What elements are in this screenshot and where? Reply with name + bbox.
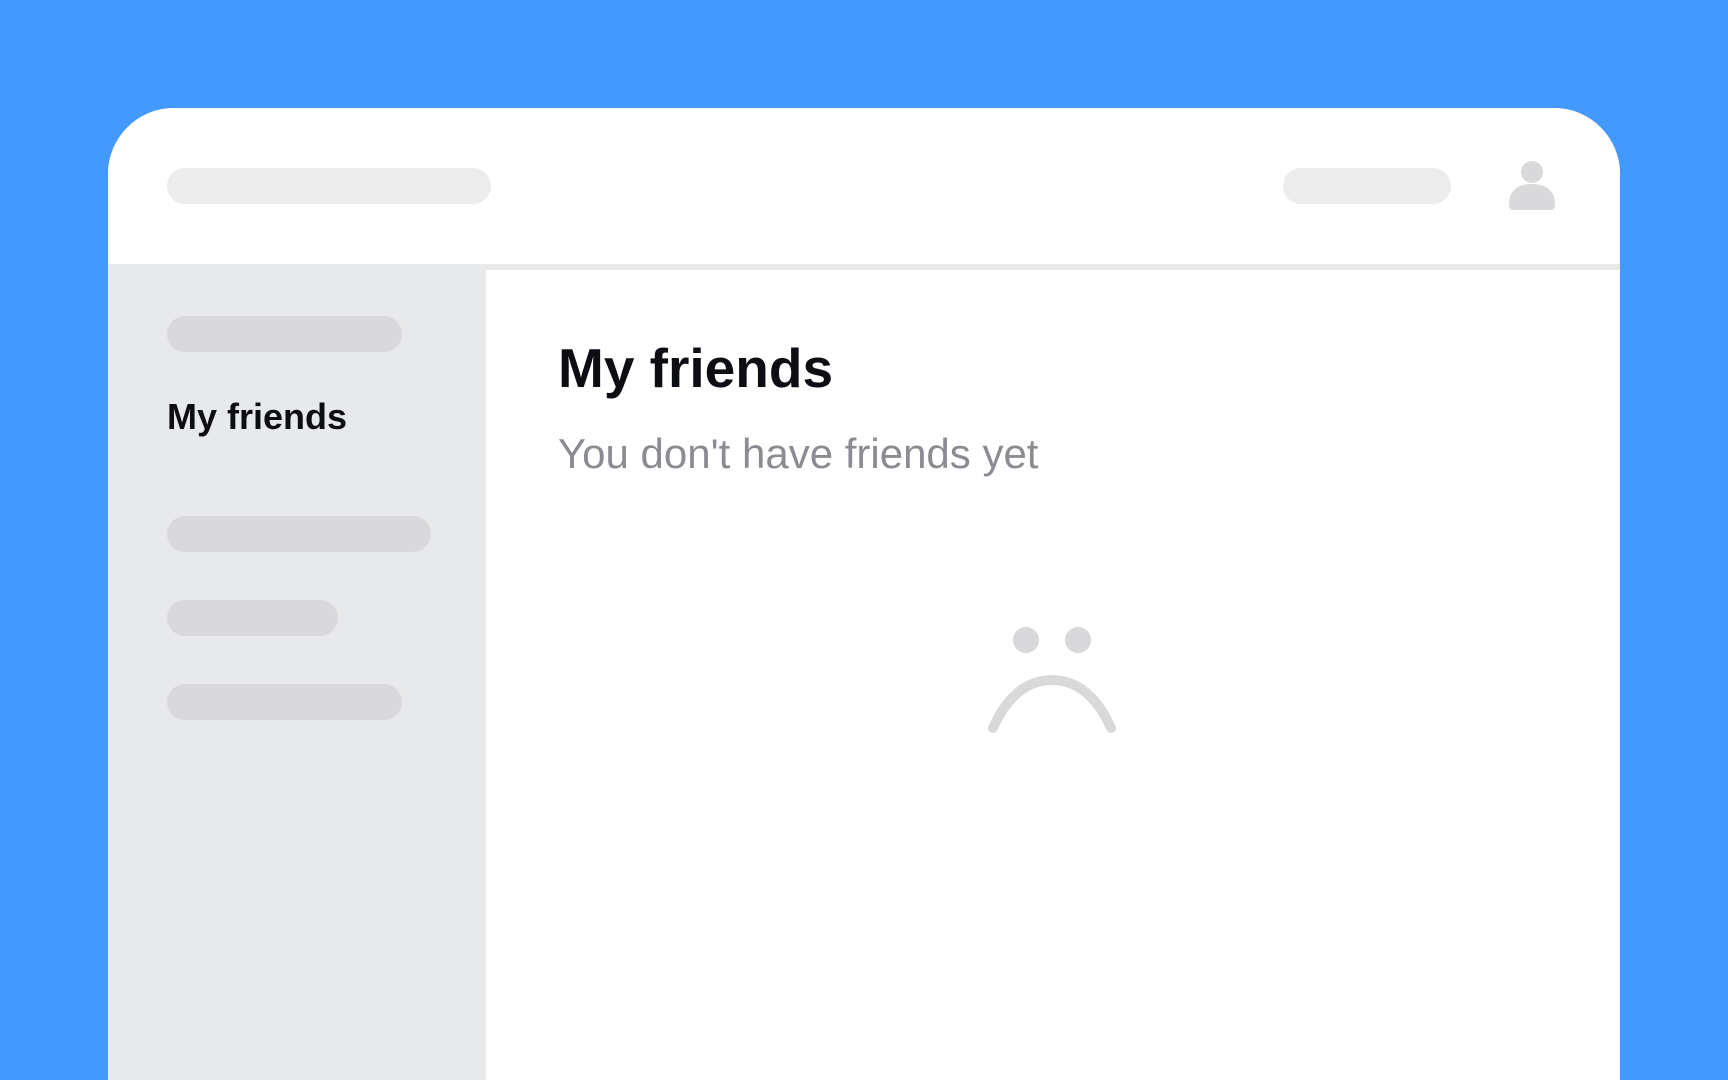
header-search-placeholder[interactable] xyxy=(167,168,491,204)
page-title: My friends xyxy=(558,337,834,399)
sidebar-item-placeholder[interactable] xyxy=(167,600,338,636)
user-icon[interactable] xyxy=(1505,160,1559,216)
sidebar-item-placeholder[interactable] xyxy=(167,316,402,352)
header-action-placeholder[interactable] xyxy=(1283,168,1451,204)
sad-face-icon xyxy=(988,627,1116,733)
top-header xyxy=(108,108,1620,264)
empty-state-message: You don't have friends yet xyxy=(558,430,1039,477)
sidebar-item-placeholder[interactable] xyxy=(167,516,431,552)
main-content: My friends You don't have friends yet xyxy=(486,270,1620,1080)
sidebar-item-placeholder[interactable] xyxy=(167,684,402,720)
sidebar: My friends xyxy=(108,264,486,1080)
app-window: My friends My friends You don't have fri… xyxy=(108,108,1620,1080)
sidebar-item-my-friends[interactable]: My friends xyxy=(167,396,347,438)
